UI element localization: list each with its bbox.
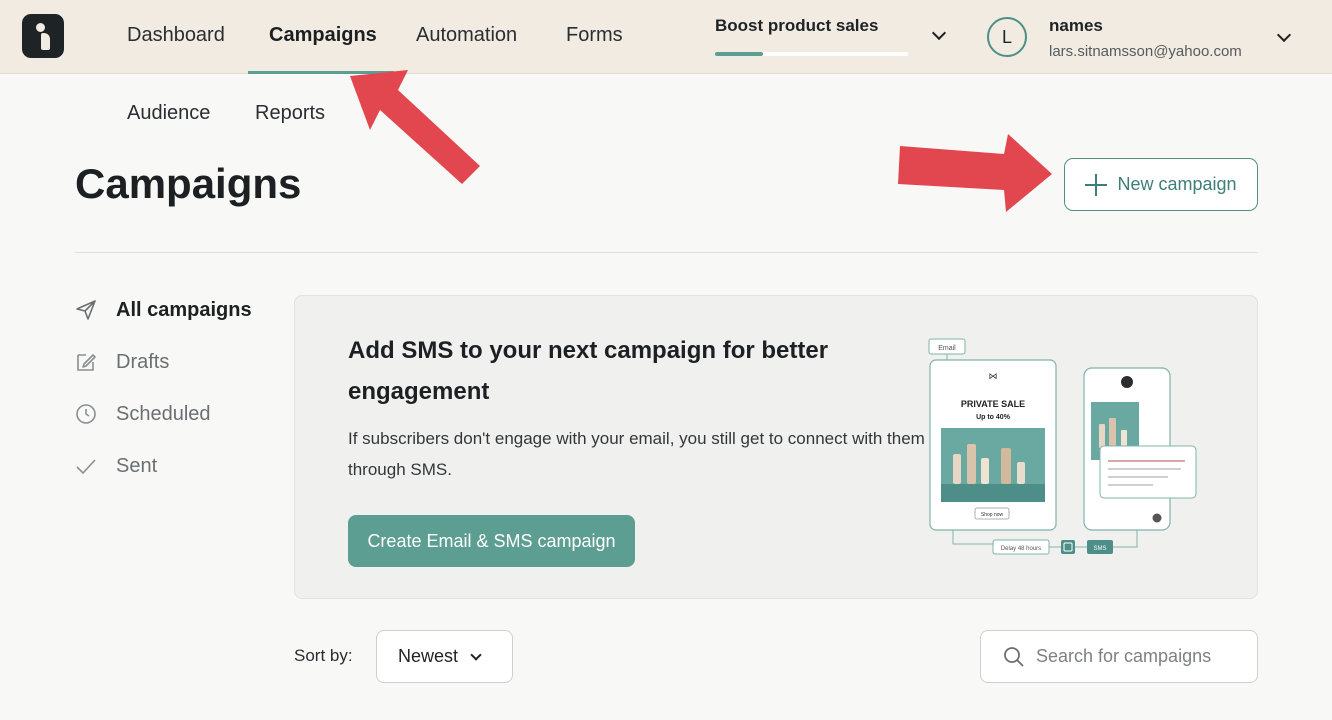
annotation-arrow-new-campaign: [898, 134, 1052, 212]
sidebar-item-scheduled[interactable]: Scheduled: [74, 402, 211, 426]
clock-icon: [76, 404, 96, 424]
plus-icon: [1085, 173, 1108, 196]
logo-stem: [41, 33, 50, 50]
avatar[interactable]: L: [987, 17, 1027, 57]
send-icon: [76, 300, 96, 320]
chevron-down-icon: [470, 648, 482, 661]
header-divider: [75, 252, 1258, 253]
app-logo[interactable]: [22, 14, 64, 58]
promo-title: Add SMS to your next campaign for better…: [348, 337, 829, 405]
user-name[interactable]: names: [1049, 16, 1103, 36]
email-sms-illustration: Email ⋈ PRIVATE SALE Up to 40% Shop now …: [928, 338, 1197, 555]
brand-mark: ⋈: [989, 371, 998, 381]
sidebar-item-label: All campaigns: [116, 298, 252, 321]
promo-body: If subscribers don't engage with your em…: [348, 429, 925, 479]
onboarding-progress-fill: [715, 52, 764, 56]
sidebar-item-label: Drafts: [116, 350, 170, 373]
nav-forms[interactable]: Forms: [566, 24, 623, 47]
nav-audience[interactable]: Audience: [127, 102, 210, 125]
account-chevron-down-icon[interactable]: [1276, 27, 1292, 43]
top-bar: Dashboard Campaigns Automation Forms Boo…: [0, 0, 1332, 74]
logo-dot: [36, 23, 45, 32]
search-input[interactable]: [1036, 646, 1246, 667]
new-campaign-label: New campaign: [1117, 174, 1237, 194]
nav-campaigns[interactable]: Campaigns: [269, 24, 377, 47]
sms-tag-text: SMS: [1093, 546, 1106, 552]
page-title: Campaigns: [75, 160, 302, 207]
search-icon: [1004, 646, 1024, 667]
new-campaign-button[interactable]: New campaign: [1064, 158, 1258, 211]
edit-icon: [77, 354, 96, 371]
shop-now-text: Shop now: [981, 512, 1004, 518]
nav-reports[interactable]: Reports: [255, 102, 325, 125]
create-email-sms-campaign-button[interactable]: Create Email & SMS campaign: [348, 515, 635, 567]
nav-automation[interactable]: Automation: [416, 24, 517, 47]
onboarding-progress-bar: [715, 52, 908, 56]
user-email: lars.sitnamsson@yahoo.com: [1049, 43, 1242, 60]
check-icon: [76, 459, 96, 475]
sidebar-item-all-campaigns[interactable]: All campaigns: [74, 298, 252, 322]
sms-promo-card: Add SMS to your next campaign for better…: [294, 295, 1258, 599]
goal-chevron-down-icon[interactable]: [931, 25, 947, 41]
sidebar-item-label: Sent: [116, 454, 158, 477]
onboarding-goal-title[interactable]: Boost product sales: [715, 16, 878, 36]
sale-title: PRIVATE SALE: [961, 399, 1025, 409]
sort-label: Sort by:: [294, 646, 353, 665]
sale-subtitle: Up to 40%: [976, 414, 1011, 421]
annotation-arrow-campaigns: [350, 70, 480, 184]
search-box[interactable]: [980, 630, 1258, 683]
delay-label-text: Delay 48 hours: [1001, 546, 1041, 552]
sort-dropdown[interactable]: Newest: [376, 630, 513, 683]
sidebar-item-sent[interactable]: Sent: [74, 454, 157, 478]
avatar-initial: L: [1001, 26, 1012, 47]
sort-value: Newest: [398, 646, 459, 666]
email-tag-text: Email: [938, 345, 956, 352]
sidebar-item-drafts[interactable]: Drafts: [74, 350, 169, 374]
nav-dashboard[interactable]: Dashboard: [127, 24, 225, 47]
sidebar-item-label: Scheduled: [116, 402, 211, 425]
